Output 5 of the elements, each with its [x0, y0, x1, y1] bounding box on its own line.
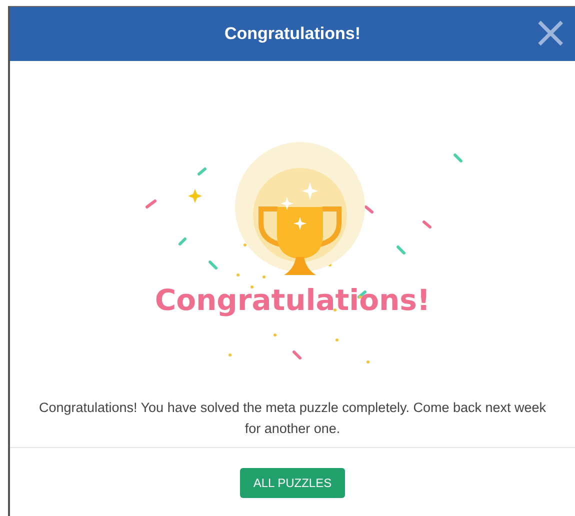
close-button[interactable]: ×: [526, 11, 575, 55]
congratulations-heading: Congratulations!: [154, 283, 432, 317]
dialog-title: Congratulations!: [224, 24, 360, 44]
message-text: Congratulations! You have solved the meta puzzle completely. Come back next week for another one.: [38, 399, 548, 438]
all-puzzles-button[interactable]: ALL PUZZLES: [240, 468, 345, 498]
